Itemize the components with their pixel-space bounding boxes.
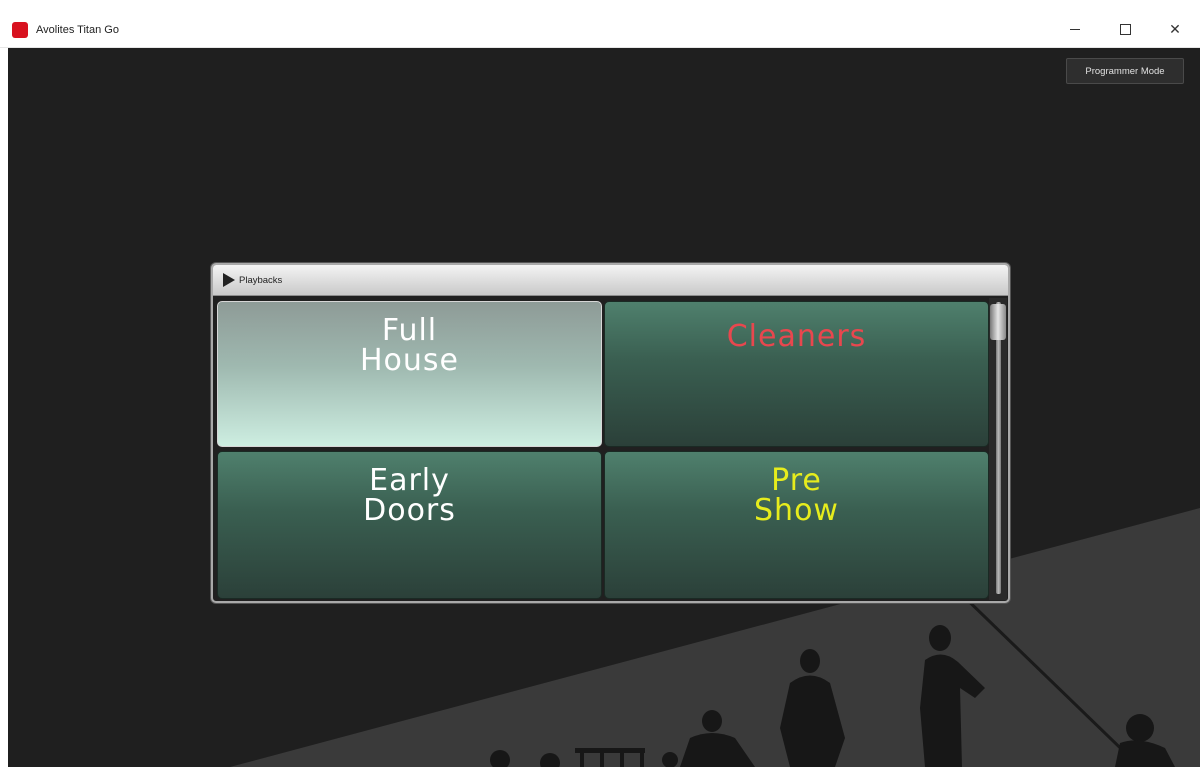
programmer-mode-button[interactable]: Programmer Mode (1066, 58, 1184, 84)
minimize-icon (1070, 29, 1080, 30)
app-window: Avolites Titan Go ✕ Programmer Mode Play… (0, 0, 1200, 767)
playback-tile-full-house[interactable]: Full House (217, 301, 602, 447)
playbacks-panel-header[interactable]: Playbacks (213, 265, 1008, 296)
playbacks-scrollbar[interactable] (989, 298, 1007, 600)
window-title: Avolites Titan Go (36, 23, 119, 36)
playback-tile-pre-show[interactable]: Pre Show (604, 451, 989, 599)
playback-tile-label: Early Doors (363, 463, 456, 528)
playbacks-panel: Playbacks Full House Cleaners Early Door… (211, 263, 1010, 603)
workspace: Programmer Mode Playbacks Full House Cle… (0, 48, 1200, 767)
playback-tile-cleaners[interactable]: Cleaners (604, 301, 989, 447)
close-button[interactable]: ✕ (1150, 12, 1200, 47)
playback-tile-label: Cleaners (726, 319, 867, 354)
avolites-logo-icon (12, 21, 28, 38)
window-controls: ✕ (1050, 12, 1200, 47)
scrollbar-thumb[interactable] (990, 304, 1006, 340)
panel-title: Playbacks (239, 274, 283, 286)
playback-tile-label: Pre Show (754, 463, 839, 528)
playback-tile-label: Full House (359, 313, 459, 378)
play-arrow-icon[interactable] (223, 273, 235, 287)
maximize-button[interactable] (1100, 12, 1150, 47)
maximize-icon (1119, 24, 1131, 35)
title-bar: Avolites Titan Go ✕ (0, 12, 1200, 48)
close-icon: ✕ (1169, 21, 1181, 38)
playback-tile-early-doors[interactable]: Early Doors (217, 451, 602, 599)
scrollbar-track[interactable] (996, 302, 1001, 594)
minimize-button[interactable] (1050, 12, 1100, 47)
